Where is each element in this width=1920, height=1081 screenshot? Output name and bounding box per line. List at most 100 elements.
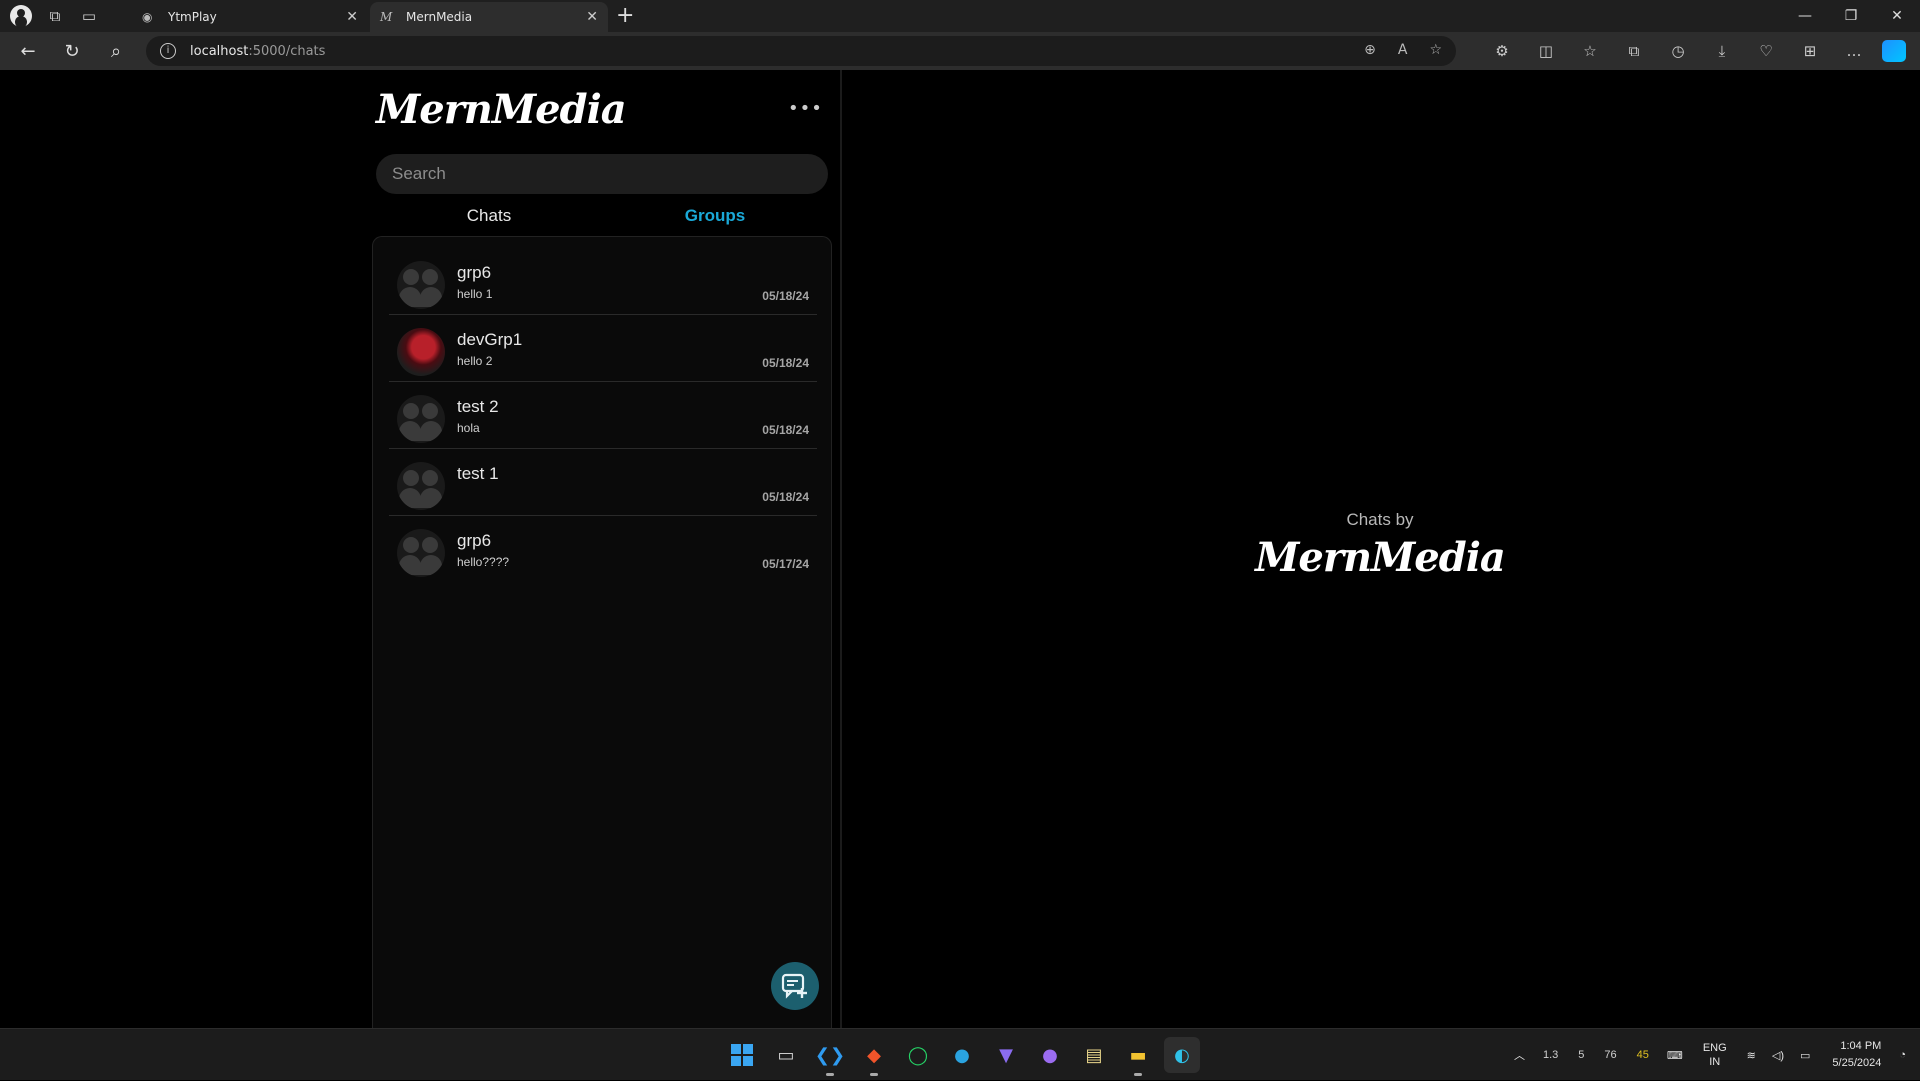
favorites-icon[interactable]: ☆ xyxy=(1568,42,1612,60)
language-code: ENG xyxy=(1702,1042,1727,1054)
new-chat-icon xyxy=(781,973,807,999)
message-date: 05/18/24 xyxy=(762,356,809,370)
browser-essentials-icon[interactable]: ♡ xyxy=(1744,42,1788,60)
apps-icon[interactable]: ⊞ xyxy=(1788,42,1832,60)
clock-time: 1:04 PM xyxy=(1840,1040,1882,1052)
last-message: hello???? xyxy=(457,555,510,569)
more-menu-icon[interactable]: … xyxy=(1832,42,1876,60)
region-code: IN xyxy=(1709,1056,1721,1068)
welcome-caption: Chats by xyxy=(1346,510,1414,529)
battery-icon[interactable]: ▭ xyxy=(1800,1049,1810,1062)
window-controls: — ❐ ✕ xyxy=(1782,0,1920,32)
default-group-icon xyxy=(397,529,445,577)
collections-icon[interactable]: ⧉ xyxy=(1612,42,1656,60)
restore-icon[interactable]: ❐ xyxy=(1828,0,1874,32)
proton-vpn-icon[interactable]: ▼ xyxy=(988,1037,1024,1073)
list-item[interactable]: devGrp1 hello 2 05/18/24 xyxy=(389,316,817,382)
tab-title: YtmPlay xyxy=(168,10,217,24)
new-tab-plus-icon[interactable]: + xyxy=(616,3,634,28)
search-icon[interactable]: ⌕ xyxy=(94,41,138,62)
close-window-icon[interactable]: ✕ xyxy=(1874,0,1920,32)
extensions-icon[interactable]: ⚙ xyxy=(1480,42,1524,60)
welcome-panel: Chats by MernMedia xyxy=(844,70,1916,1028)
downloads-icon[interactable]: ⤓ xyxy=(1700,42,1744,60)
refresh-icon[interactable]: ↻ xyxy=(50,41,94,62)
clock[interactable]: 1:04 PM 5/25/2024 xyxy=(1832,1038,1881,1072)
history-icon[interactable]: ◷ xyxy=(1656,42,1700,60)
windows-taskbar: ▭ ❮❯ ◆ ◯ ● ▼ ● ▤ ▬ ◐ ︿ 1.3 5 76 45 ⌨ ENG… xyxy=(0,1028,1920,1080)
default-group-icon xyxy=(397,395,445,443)
url-path: :5000/chats xyxy=(248,43,326,59)
brave-browser-icon[interactable]: ◆ xyxy=(856,1037,892,1076)
tab-mernmedia[interactable]: M MernMedia ✕ xyxy=(370,2,608,32)
profile-icon[interactable] xyxy=(10,5,32,27)
split-screen-icon[interactable]: ◫ xyxy=(1524,42,1568,60)
address-bar[interactable]: i localhost :5000/chats ⊕ A ☆ xyxy=(146,36,1456,66)
close-icon[interactable]: ✕ xyxy=(346,9,358,25)
terminal-icon[interactable]: ▭ xyxy=(768,1037,804,1073)
chevron-up-icon[interactable]: ︿ xyxy=(1514,1047,1525,1063)
notifications-icon[interactable]: ◔ xyxy=(1899,1049,1906,1061)
minimize-icon[interactable]: — xyxy=(1782,0,1828,32)
last-message: hello 2 xyxy=(457,354,493,368)
list-item[interactable]: test 2 hola 05/18/24 xyxy=(389,383,817,449)
windows-start-icon[interactable] xyxy=(724,1037,760,1073)
tab-groups[interactable]: Groups xyxy=(602,206,828,234)
group-name: test 2 xyxy=(457,397,499,416)
keyboard-icon[interactable]: ⌨ xyxy=(1667,1049,1683,1062)
notepad-icon[interactable]: ▤ xyxy=(1076,1037,1112,1073)
group-name: test 1 xyxy=(457,464,499,483)
tab-title: MernMedia xyxy=(406,10,473,24)
read-aloud-icon[interactable]: A xyxy=(1398,42,1408,58)
last-message: hola xyxy=(457,421,480,435)
copilot-icon[interactable] xyxy=(1882,40,1906,62)
mernmedia-favicon-icon: M xyxy=(380,10,393,24)
github-desktop-icon[interactable]: ● xyxy=(1032,1037,1068,1073)
vertical-tabs-icon[interactable]: ▭ xyxy=(72,0,106,32)
default-group-icon xyxy=(397,261,445,309)
back-arrow-icon[interactable]: ← xyxy=(6,41,50,62)
welcome-brand-logo: MernMedia xyxy=(1255,534,1506,581)
message-date: 05/17/24 xyxy=(762,557,809,571)
browser-tab-strip: ⧉ ▭ ◉ YtmPlay ✕ M MernMedia ✕ + — ❐ ✕ xyxy=(0,0,1920,32)
message-date: 05/18/24 xyxy=(762,490,809,504)
ytmplay-favicon-icon: ◉ xyxy=(142,10,153,24)
search-input[interactable] xyxy=(376,154,828,194)
more-options-icon[interactable]: ••• xyxy=(788,98,823,119)
taskbar-apps: ▭ ❮❯ ◆ ◯ ● ▼ ● ▤ ▬ ◐ xyxy=(724,1037,1200,1076)
list-item[interactable]: grp6 hello???? 05/17/24 xyxy=(389,517,817,583)
tray-stat-2: 5 xyxy=(1578,1049,1585,1061)
message-date: 05/18/24 xyxy=(762,289,809,303)
list-item[interactable]: test 1 05/18/24 xyxy=(389,450,817,516)
edge-browser-icon[interactable]: ◐ xyxy=(1164,1037,1200,1073)
site-info-icon[interactable]: i xyxy=(160,43,176,59)
wifi-icon[interactable]: ≋ xyxy=(1747,1049,1756,1062)
tab-chats[interactable]: Chats xyxy=(376,206,602,234)
tray-stat-1: 1.3 xyxy=(1543,1049,1559,1061)
default-group-icon xyxy=(397,462,445,510)
whatsapp-icon[interactable]: ◯ xyxy=(900,1037,936,1073)
group-name: grp6 xyxy=(457,531,492,550)
tray-stat-4: 45 xyxy=(1636,1049,1649,1061)
tab-ytmplay[interactable]: ◉ YtmPlay ✕ xyxy=(132,2,368,32)
clock-date: 5/25/2024 xyxy=(1832,1057,1882,1069)
last-message: hello 1 xyxy=(457,287,493,301)
language-indicator[interactable]: ENG IN xyxy=(1703,1041,1727,1069)
list-item[interactable]: grp6 hello 1 05/18/24 xyxy=(389,249,817,315)
vscode-icon[interactable]: ❮❯ xyxy=(812,1037,848,1076)
group-name: devGrp1 xyxy=(457,330,523,349)
browser-toolbar: ← ↻ ⌕ i localhost :5000/chats ⊕ A ☆ ⚙ ◫ … xyxy=(0,32,1920,70)
web-page: MernMedia ••• Chats Groups grp6 hello 1 … xyxy=(4,70,1916,1028)
favorite-star-icon[interactable]: ☆ xyxy=(1429,42,1442,58)
new-group-chat-button[interactable] xyxy=(771,962,819,1010)
chat-sidebar: MernMedia ••• Chats Groups grp6 hello 1 … xyxy=(368,70,842,1028)
url-host: localhost xyxy=(190,43,249,59)
close-icon[interactable]: ✕ xyxy=(586,9,598,25)
workspaces-icon[interactable]: ⧉ xyxy=(38,0,72,32)
telegram-icon[interactable]: ● xyxy=(944,1037,980,1073)
zoom-icon[interactable]: ⊕ xyxy=(1364,42,1376,58)
volume-icon[interactable]: ◁) xyxy=(1772,1049,1784,1062)
file-explorer-icon[interactable]: ▬ xyxy=(1120,1037,1156,1076)
message-date: 05/18/24 xyxy=(762,423,809,437)
brand-logo: MernMedia xyxy=(376,86,627,133)
